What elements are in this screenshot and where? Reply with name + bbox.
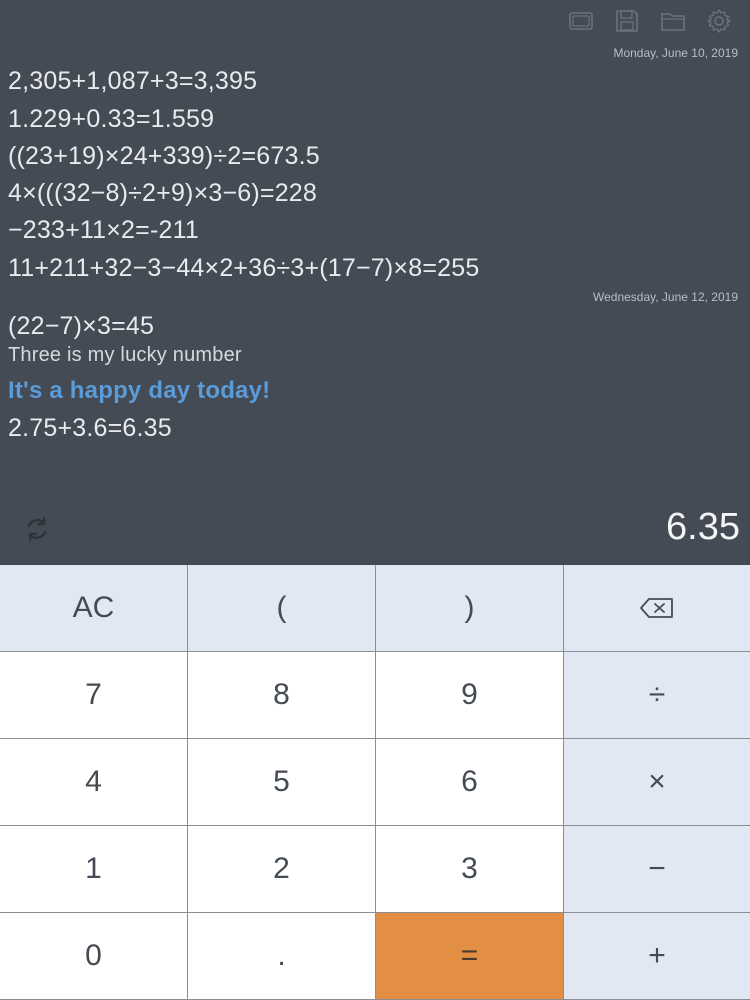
key-open-paren[interactable]: ( <box>188 565 376 652</box>
history-line[interactable]: 4×(((32−8)÷2+9)×3−6)=228 <box>8 179 317 208</box>
history-note[interactable]: Three is my lucky number <box>8 344 242 367</box>
history-line[interactable]: 1.229+0.33=1.559 <box>8 105 214 134</box>
history-line[interactable]: ((23+19)×24+339)÷2=673.5 <box>8 142 320 171</box>
screen-icon <box>569 12 593 30</box>
keypad: AC ( ) 7 8 9 ÷ 4 5 6 × 1 2 3 − 0 . = + <box>0 565 750 1000</box>
key-2[interactable]: 2 <box>188 826 376 913</box>
key-4[interactable]: 4 <box>0 739 188 826</box>
settings-button[interactable] <box>706 8 732 34</box>
history-date: Wednesday, June 12, 2019 <box>593 290 738 304</box>
screen-button[interactable] <box>568 8 594 34</box>
key-equals[interactable]: = <box>376 913 564 1000</box>
key-5[interactable]: 5 <box>188 739 376 826</box>
backspace-icon <box>640 598 673 618</box>
history-line[interactable]: 2.75+3.6=6.35 <box>8 414 172 443</box>
key-0[interactable]: 0 <box>0 913 188 1000</box>
key-6[interactable]: 6 <box>376 739 564 826</box>
save-icon <box>616 10 638 32</box>
key-3[interactable]: 3 <box>376 826 564 913</box>
result-bar: 6.35 <box>0 500 750 562</box>
key-decimal[interactable]: . <box>188 913 376 1000</box>
result-display: 6.35 <box>666 506 740 548</box>
key-clear[interactable]: AC <box>0 565 188 652</box>
key-1[interactable]: 1 <box>0 826 188 913</box>
refresh-button[interactable] <box>22 514 52 544</box>
key-7[interactable]: 7 <box>0 652 188 739</box>
key-subtract[interactable]: − <box>564 826 750 913</box>
key-9[interactable]: 9 <box>376 652 564 739</box>
history-line[interactable]: (22−7)×3=45 <box>8 312 154 341</box>
key-close-paren[interactable]: ) <box>376 565 564 652</box>
refresh-icon <box>27 516 47 542</box>
history-line[interactable]: 11+211+32−3−44×2+36÷3+(17−7)×8=255 <box>8 254 479 283</box>
key-add[interactable]: + <box>564 913 750 1000</box>
history-line[interactable]: 2,305+1,087+3=3,395 <box>8 67 257 96</box>
history-date: Monday, June 10, 2019 <box>613 46 738 60</box>
key-backspace[interactable] <box>564 565 750 652</box>
open-button[interactable] <box>660 8 686 34</box>
toolbar <box>568 8 732 34</box>
history-line[interactable]: −233+11×2=-211 <box>8 216 199 245</box>
key-8[interactable]: 8 <box>188 652 376 739</box>
key-multiply[interactable]: × <box>564 739 750 826</box>
save-button[interactable] <box>614 8 640 34</box>
key-divide[interactable]: ÷ <box>564 652 750 739</box>
gear-icon <box>707 9 731 33</box>
history-highlight-note[interactable]: It's a happy day today! <box>8 377 270 405</box>
history-panel: Monday, June 10, 2019 2,305+1,087+3=3,39… <box>0 0 750 565</box>
folder-icon <box>661 13 685 31</box>
